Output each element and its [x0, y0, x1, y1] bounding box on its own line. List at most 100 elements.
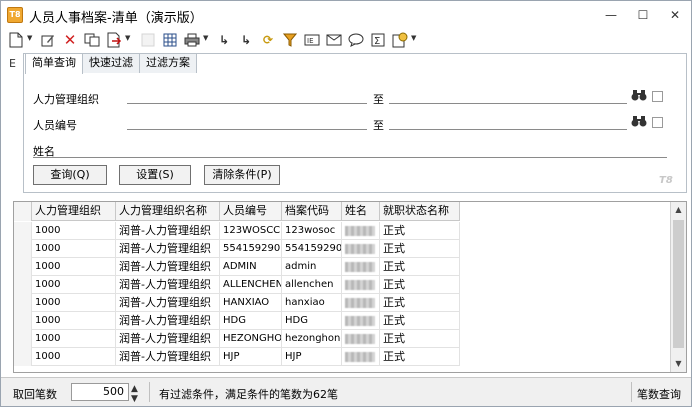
cell-org: 1000: [32, 312, 116, 330]
query-button[interactable]: 查询(Q): [33, 165, 107, 185]
settings-dropdown-icon[interactable]: ▼: [411, 34, 416, 42]
column-header[interactable]: 人力管理组织名称: [116, 202, 220, 221]
fetch-count-input[interactable]: 500: [71, 383, 129, 401]
export-dropdown-icon[interactable]: ▼: [125, 34, 130, 42]
cell-org-name: 润普-人力管理组织: [116, 240, 220, 258]
cell-status: 正式: [380, 240, 460, 258]
cell-emp-no: 123WOSCC: [220, 222, 282, 240]
cell-org: 1000: [32, 240, 116, 258]
print-dropdown-icon[interactable]: ▼: [203, 34, 208, 42]
cell-org: 1000: [32, 222, 116, 240]
field-icon[interactable]: IE: [303, 31, 321, 49]
minimize-icon[interactable]: —: [597, 5, 625, 25]
cell-emp-no: HJP: [220, 348, 282, 366]
sum-icon[interactable]: Σ: [369, 31, 387, 49]
refresh-icon[interactable]: ⟳: [259, 31, 277, 49]
main-window: T8 人员人事档案-清单（演示版） — ☐ ✕ ▼ ✕ ▼ ▼ ↳ ↳ ⟳ IE…: [0, 0, 692, 407]
redacted-name-image: [345, 226, 375, 236]
emp-no-checkbox[interactable]: [652, 117, 663, 128]
cell-org: 1000: [32, 276, 116, 294]
column-header[interactable]: 姓名: [342, 202, 380, 221]
redacted-name-image: [345, 262, 375, 272]
org-label: 人力管理组织: [33, 93, 99, 106]
table-row[interactable]: 1000润普-人力管理组织HEZONGHONGhezonghong 正式: [14, 330, 460, 348]
fetch-count-label: 取回笔数: [13, 388, 57, 401]
scroll-up-icon[interactable]: ▲: [671, 202, 686, 218]
table-row[interactable]: 1000 润普-人力管理组织 ADMIN admin 正式: [14, 258, 460, 276]
name-input[interactable]: [33, 157, 667, 158]
binoculars-icon[interactable]: [631, 89, 647, 104]
copy-icon[interactable]: [83, 31, 101, 49]
redacted-name-image: [345, 280, 375, 290]
table-row[interactable]: 1000 润普-人力管理组织 ALLENCHEN allenchen 正式: [14, 276, 460, 294]
query-mode-label: 笔数查询: [637, 388, 681, 401]
scroll-thumb[interactable]: [673, 220, 684, 348]
maximize-icon[interactable]: ☐: [629, 5, 657, 25]
redacted-name-image: [345, 334, 375, 344]
cell-org: 1000: [32, 348, 116, 366]
close-icon[interactable]: ✕: [661, 5, 689, 25]
column-header[interactable]: 人员编号: [220, 202, 282, 221]
column-header[interactable]: 就职状态名称: [380, 202, 460, 221]
cell-emp-no: HANXIAO: [220, 294, 282, 312]
cell-name-redacted: [342, 276, 380, 294]
grid-icon[interactable]: [161, 31, 179, 49]
cell-code: admin: [282, 258, 342, 276]
tab-quick-filter[interactable]: 快速过滤: [82, 53, 140, 73]
cell-org-name: 润普-人力管理组织: [116, 258, 220, 276]
emp-no-to-input[interactable]: [389, 129, 627, 130]
brand-logo: T8: [659, 175, 673, 186]
filter-icon[interactable]: [281, 31, 299, 49]
cell-name-redacted: [342, 348, 380, 366]
vertical-scrollbar[interactable]: ▲ ▼: [670, 202, 686, 372]
tab-filter-scheme[interactable]: 过滤方案: [139, 53, 197, 73]
cell-code: HJP: [282, 348, 342, 366]
delete-icon[interactable]: ✕: [61, 31, 79, 49]
cell-status: 正式: [380, 222, 460, 240]
cell-status: 正式: [380, 276, 460, 294]
edit-icon[interactable]: [39, 31, 57, 49]
cell-status: 正式: [380, 348, 460, 366]
redacted-name-image: [345, 298, 375, 308]
comment-icon[interactable]: [347, 31, 365, 49]
table-row[interactable]: 1000 润普-人力管理组织 HJP HJP 正式: [14, 348, 460, 366]
redacted-name-image: [345, 244, 375, 254]
new-dropdown-icon[interactable]: ▼: [27, 34, 32, 42]
cell-code: HDG: [282, 312, 342, 330]
mail-icon[interactable]: [325, 31, 343, 49]
binoculars-icon[interactable]: [631, 115, 647, 130]
settings-button[interactable]: 设置(S): [119, 165, 191, 185]
print-icon[interactable]: [183, 31, 201, 49]
settings-icon[interactable]: [391, 31, 409, 49]
table-row[interactable]: 1000 润普-人力管理组织 554159290 554159290 正式: [14, 240, 460, 258]
table-row[interactable]: 1000 润普-人力管理组织 123WOSCC 123wosoc 正式: [14, 222, 460, 240]
locate-next-icon[interactable]: ↳: [237, 31, 255, 49]
table-row[interactable]: 1000 润普-人力管理组织 HANXIAO hanxiao 正式: [14, 294, 460, 312]
window-title: 人员人事档案-清单（演示版）: [29, 11, 203, 26]
column-header[interactable]: 人力管理组织: [32, 202, 116, 221]
redacted-name-image: [345, 316, 375, 326]
redacted-name-image: [345, 352, 375, 362]
column-header[interactable]: 档案代码: [282, 202, 342, 221]
tab-simple-query[interactable]: 简单查询: [25, 53, 83, 74]
data-grid: 人力管理组织 人力管理组织名称 人员编号 档案代码 姓名 就职状态名称 1000…: [13, 201, 687, 373]
cell-org: 1000: [32, 330, 116, 348]
org-checkbox[interactable]: [652, 91, 663, 102]
new-doc-icon[interactable]: [7, 31, 25, 49]
scroll-down-icon[interactable]: ▼: [671, 356, 686, 372]
export-icon[interactable]: [105, 31, 123, 49]
cell-name-redacted: [342, 294, 380, 312]
cell-org-name: 润普-人力管理组织: [116, 312, 220, 330]
cell-org-name: 润普-人力管理组织: [116, 330, 220, 348]
locate-icon[interactable]: ↳: [215, 31, 233, 49]
clear-conditions-button[interactable]: 清除条件(P): [204, 165, 280, 185]
spinner-icon[interactable]: ▲ ▼: [131, 384, 138, 404]
table-row[interactable]: 1000 润普-人力管理组织 HDG HDG 正式: [14, 312, 460, 330]
org-from-input[interactable]: [127, 103, 367, 104]
cell-code: 554159290: [282, 240, 342, 258]
org-to-input[interactable]: [389, 103, 627, 104]
cell-code: hezonghong: [282, 330, 342, 348]
cell-name-redacted: [342, 312, 380, 330]
side-label: E: [9, 57, 16, 70]
emp-no-from-input[interactable]: [127, 129, 367, 130]
